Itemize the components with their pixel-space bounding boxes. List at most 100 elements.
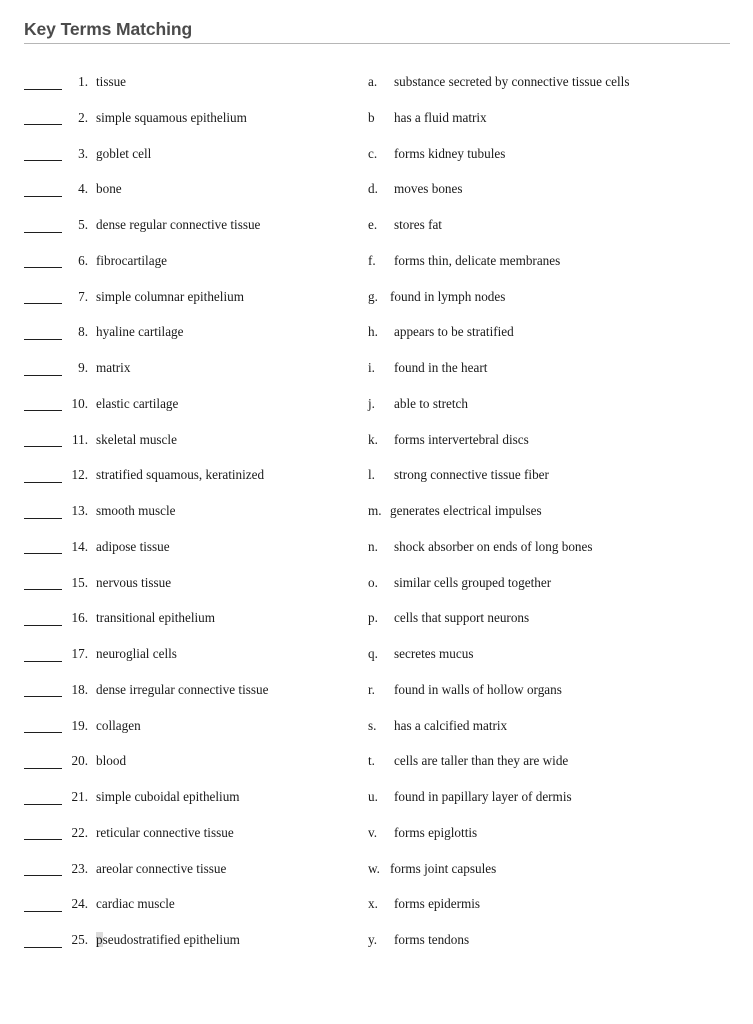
definition-item: a. substance secreted by connective tissu… — [368, 72, 746, 108]
term-label: areolar connective tissue — [96, 860, 227, 876]
term-label: nervous tissue — [96, 574, 172, 590]
answer-blank-line[interactable] — [24, 767, 62, 769]
definition-label: moves bones — [394, 181, 463, 197]
answer-blank-line[interactable] — [24, 231, 62, 233]
answer-blank-line[interactable] — [24, 195, 62, 197]
definition-label: has a calcified matrix — [394, 717, 508, 733]
matching-row: 2. simple squamous epithelium b has a fluid… — [0, 108, 753, 144]
definition-letter: u. — [368, 789, 378, 804]
answer-blank-line[interactable] — [24, 517, 62, 519]
definition-letter: x. — [368, 896, 378, 912]
term-label: fibrocartilage — [96, 252, 168, 268]
term-number: 20. — [71, 753, 88, 769]
definition-item: r. found in walls of hollow organs — [368, 680, 746, 716]
term-item: 19. collagen — [24, 716, 354, 752]
term-item: 10. elastic cartilage — [24, 394, 354, 430]
matching-row: 25. pseudostratified epithelium y. forms te… — [0, 930, 753, 966]
matching-row: 6. fibrocartilage f. forms thin, delicate m… — [0, 251, 753, 287]
term-item: 5. dense regular connective tissue — [24, 215, 354, 251]
definition-letter: h. — [368, 324, 378, 340]
definition-item: n. shock absorber on ends of long bones — [368, 537, 746, 573]
term-number: 19. — [71, 717, 88, 733]
answer-blank-line[interactable] — [24, 624, 62, 626]
answer-blank-line[interactable] — [24, 88, 62, 90]
matching-row: 10. elastic cartilage j. able to stretch — [0, 394, 753, 430]
matching-row: 4. bone d. moves bones — [0, 179, 753, 215]
answer-blank-line[interactable] — [24, 410, 62, 412]
answer-blank-line[interactable] — [24, 696, 62, 698]
answer-blank-line[interactable] — [24, 446, 62, 447]
term-item: 20. blood — [24, 751, 354, 787]
term-number: 7. — [78, 288, 88, 304]
definition-label: forms joint capsules — [390, 860, 497, 876]
term-number: 8. — [78, 324, 88, 340]
definition-label: cells are taller than they are wide — [394, 753, 569, 769]
definition-letter: i. — [368, 360, 375, 375]
definition-letter: f. — [368, 252, 376, 268]
matching-row: 17. neuroglial cells q. secretes mucus — [0, 644, 753, 680]
term-number: 13. — [71, 503, 88, 518]
term-label: neuroglial cells — [96, 646, 177, 661]
definition-label: able to stretch — [394, 395, 468, 411]
matching-row: 8. hyaline cartilage h. appears to be strat… — [0, 322, 753, 358]
term-label: simple columnar epithelium — [96, 288, 244, 304]
answer-blank-line[interactable] — [24, 732, 62, 733]
term-label: hyaline cartilage — [96, 324, 184, 340]
matching-row: 9. matrix i. found in the heart — [0, 358, 753, 394]
term-item: 1. tissue — [24, 72, 354, 108]
definition-letter: s. — [368, 717, 377, 733]
answer-blank-line[interactable] — [24, 589, 62, 590]
answer-blank-line[interactable] — [24, 839, 62, 841]
term-item: 8. hyaline cartilage — [24, 322, 354, 358]
definition-label: forms kidney tubules — [394, 145, 506, 161]
term-label: bone — [96, 181, 122, 197]
matching-row: 3. goblet cell c. forms kidney tubules — [0, 144, 753, 180]
answer-blank-line[interactable] — [24, 553, 62, 555]
answer-blank-line[interactable] — [24, 303, 62, 304]
definition-label: substance secreted by connective tissue … — [394, 74, 630, 89]
answer-blank-line[interactable] — [24, 481, 62, 483]
answer-blank-line[interactable] — [24, 267, 62, 269]
answer-blank-line[interactable] — [24, 946, 62, 948]
answer-blank-line[interactable] — [24, 374, 62, 376]
term-number: 15. — [71, 574, 88, 590]
definition-label: forms epiglottis — [394, 824, 478, 840]
answer-blank-line[interactable] — [24, 910, 62, 912]
definition-item: j. able to stretch — [368, 394, 746, 430]
definition-item: b has a fluid matrix — [368, 108, 746, 144]
matching-row: 5. dense regular connective tissue e. store… — [0, 215, 753, 251]
term-item: 3. goblet cell — [24, 144, 354, 180]
matching-row: 21. simple cuboidal epithelium u. found in … — [0, 787, 753, 823]
definition-item: t. cells are taller than they are wide — [368, 751, 746, 787]
term-item: 24. cardiac muscle — [24, 894, 354, 930]
definition-letter: w. — [368, 860, 380, 876]
definition-letter: q. — [368, 646, 378, 661]
definition-letter: m. — [368, 503, 382, 518]
definition-letter: l. — [368, 467, 375, 483]
answer-blank-line[interactable] — [24, 160, 62, 161]
answer-blank-line[interactable] — [24, 803, 62, 805]
term-number: 2. — [78, 109, 88, 125]
definition-label: similar cells grouped together — [394, 574, 552, 590]
title-block: Key Terms Matching — [24, 18, 730, 44]
term-label-rest: seudostratified epithelium — [102, 932, 240, 947]
definition-label: found in the heart — [394, 360, 488, 375]
definition-item: x. forms epidermis — [368, 894, 746, 930]
answer-blank-line[interactable] — [24, 338, 62, 340]
term-item: 25. pseudostratified epithelium — [24, 930, 354, 966]
definition-letter: c. — [368, 145, 378, 161]
definition-label: forms thin, delicate membranes — [394, 252, 561, 268]
definition-label: forms epidermis — [394, 896, 481, 912]
answer-blank-line[interactable] — [24, 660, 62, 662]
answer-blank-line[interactable] — [24, 124, 62, 126]
matching-row: 12. stratified squamous, keratinized l. str… — [0, 465, 753, 501]
answer-blank-line[interactable] — [24, 875, 62, 876]
term-item: 13. smooth muscle — [24, 501, 354, 537]
definition-item: i. found in the heart — [368, 358, 746, 394]
definition-item: v. forms epiglottis — [368, 823, 746, 859]
definition-label: cells that support neurons — [394, 610, 530, 626]
term-label: matrix — [96, 360, 131, 375]
term-label: simple cuboidal epithelium — [96, 789, 240, 804]
definition-letter: r. — [368, 681, 375, 697]
definition-label: found in papillary layer of dermis — [394, 789, 572, 804]
